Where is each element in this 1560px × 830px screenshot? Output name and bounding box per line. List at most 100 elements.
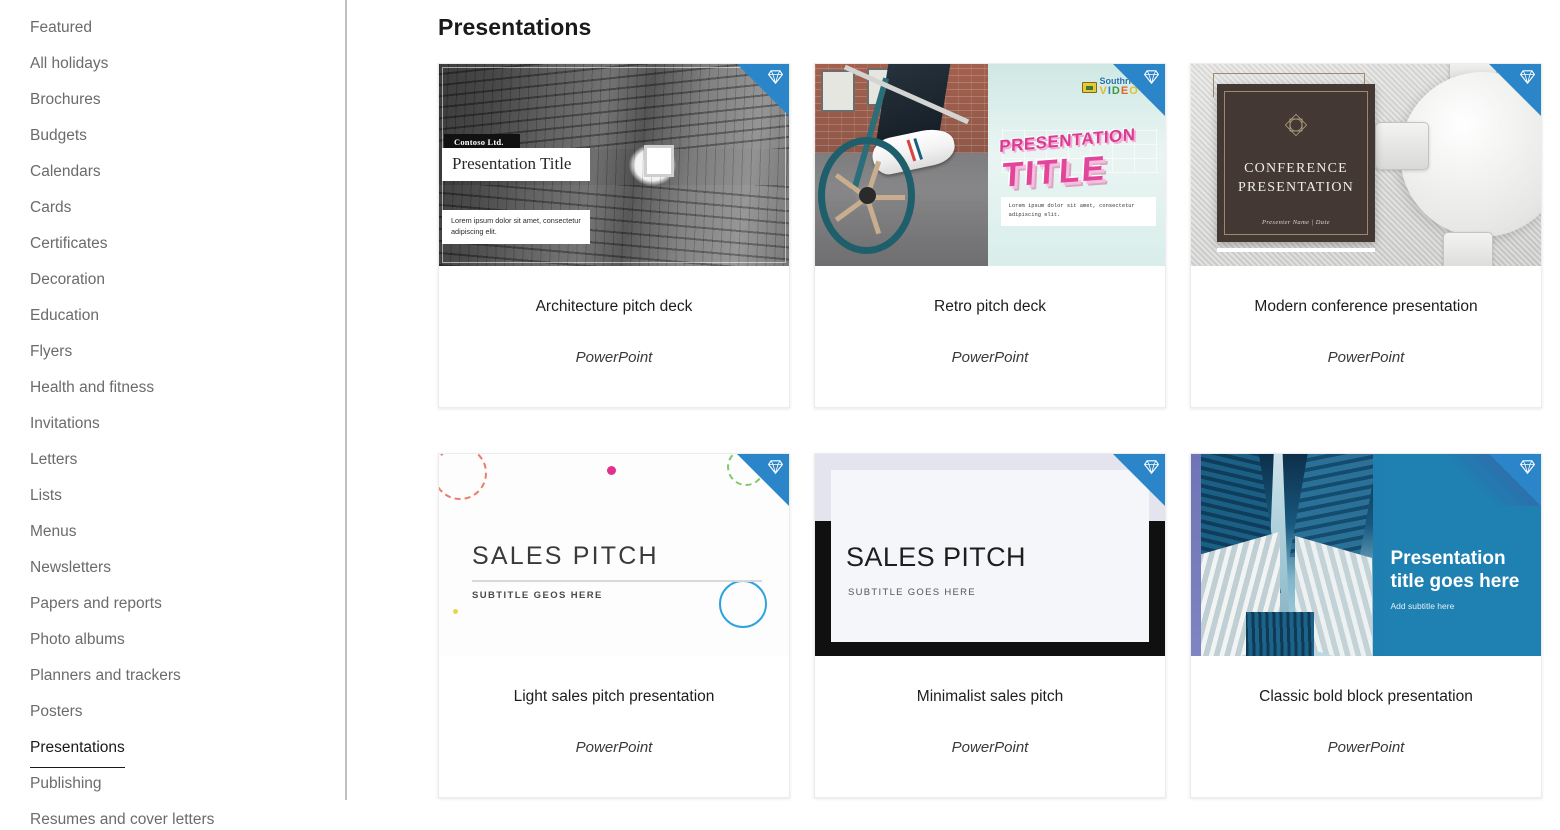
template-thumbnail: SALES PITCH SUBTITLE GEOS HERE xyxy=(439,454,789,656)
template-grid: Contoso Ltd. Presentation Title Lorem ip… xyxy=(438,63,1560,798)
card-app-label: PowerPoint xyxy=(951,738,1029,756)
sidebar-item-calendars[interactable]: Calendars xyxy=(0,154,347,190)
sidebar-item-newsletters[interactable]: Newsletters xyxy=(0,550,347,586)
sidebar-item-label: Presentations xyxy=(30,730,125,768)
sidebar-item-label: Invitations xyxy=(30,415,100,432)
card-caption: Modern conference presentation PowerPoin… xyxy=(1191,266,1541,407)
southridge-video-logo: Southridge VIDEO xyxy=(1081,77,1148,97)
conference-panel: CONFERENCE PRESENTATION Presenter Name |… xyxy=(1217,84,1375,242)
sidebar-item-label: All holidays xyxy=(30,55,109,72)
skyscraper-photo xyxy=(1201,454,1373,656)
sidebar-item-label: Cards xyxy=(30,199,72,216)
sidebar-item-label: Education xyxy=(30,307,99,324)
category-list: Featured All holidays Brochures Budgets … xyxy=(0,10,347,830)
thumb-headline: Presentation Title xyxy=(442,148,590,182)
sidebar-item-label: Newsletters xyxy=(30,559,111,576)
thumb-divider-rule xyxy=(472,580,762,582)
thumb-headline: SALES PITCH xyxy=(472,542,659,570)
card-app-label: PowerPoint xyxy=(575,738,653,756)
template-card-architecture-pitch-deck[interactable]: Contoso Ltd. Presentation Title Lorem ip… xyxy=(438,63,790,408)
sidebar-item-all-holidays[interactable]: All holidays xyxy=(0,46,347,82)
sidebar-item-label: Planners and trackers xyxy=(30,667,181,684)
thumb-headline-line1: Presentation xyxy=(1390,547,1506,569)
sidebar-item-decoration[interactable]: Decoration xyxy=(0,262,347,298)
card-caption: Light sales pitch presentation PowerPoin… xyxy=(439,656,789,797)
building-center-bottom xyxy=(1245,611,1315,656)
thumb-headline-line2: TITLE xyxy=(1001,149,1108,195)
retro-panel: Southridge VIDEO PRESENTATION TITLE Lore… xyxy=(988,64,1165,266)
panel-baseline xyxy=(1217,248,1375,252)
sidebar-item-menus[interactable]: Menus xyxy=(0,514,347,550)
logo-text: Southridge VIDEO xyxy=(1100,77,1148,97)
card-title: Architecture pitch deck xyxy=(535,298,693,315)
main-content: Presentations Contoso Ltd. Presentation … xyxy=(347,0,1560,830)
thumb-headline: SALES PITCH xyxy=(846,542,1026,572)
card-caption: Architecture pitch deck PowerPoint xyxy=(439,266,789,407)
sidebar-item-presentations[interactable]: Presentations xyxy=(0,730,347,768)
sidebar-item-lists[interactable]: Lists xyxy=(0,478,347,514)
page-title: Presentations xyxy=(438,14,592,40)
template-card-minimalist-sales-pitch[interactable]: SALES PITCH SUBTITLE GOES HERE Minimalis… xyxy=(814,453,1166,798)
thumb-subtitle: SUBTITLE GOES HERE xyxy=(848,587,976,598)
sidebar-item-education[interactable]: Education xyxy=(0,298,347,334)
chair-left xyxy=(1375,122,1429,170)
card-title: Light sales pitch presentation xyxy=(513,688,715,705)
sidebar-item-label: Letters xyxy=(30,451,78,468)
sidebar-item-health-and-fitness[interactable]: Health and fitness xyxy=(0,370,347,406)
template-gallery-page: Featured All holidays Brochures Budgets … xyxy=(0,0,1560,830)
card-caption: Minimalist sales pitch PowerPoint xyxy=(815,656,1165,797)
sidebar-item-label: Menus xyxy=(30,523,77,540)
left-edge-strip xyxy=(1191,454,1201,656)
window-left xyxy=(821,70,855,112)
sidebar-item-photo-albums[interactable]: Photo albums xyxy=(0,622,347,658)
card-app-label: PowerPoint xyxy=(1327,738,1405,756)
sidebar-item-flyers[interactable]: Flyers xyxy=(0,334,347,370)
thumb-headline-line1: CONFERENCE xyxy=(1244,161,1348,176)
card-app-label: PowerPoint xyxy=(951,348,1029,366)
sidebar-item-label: Certificates xyxy=(30,235,108,252)
thumb-headline-line2: title goes here xyxy=(1390,571,1520,593)
card-app-label: PowerPoint xyxy=(1327,348,1405,366)
card-app-label: PowerPoint xyxy=(575,348,653,366)
sidebar-item-planners-and-trackers[interactable]: Planners and trackers xyxy=(0,658,347,694)
template-thumbnail: SALES PITCH SUBTITLE GOES HERE xyxy=(815,454,1165,656)
sidebar-item-label: Calendars xyxy=(30,163,101,180)
wheel-hub xyxy=(858,187,876,205)
diamond-emblem-icon xyxy=(1284,113,1308,137)
template-thumbnail: Presentation title goes here Add subtitl… xyxy=(1191,454,1541,656)
sidebar-item-posters[interactable]: Posters xyxy=(0,694,347,730)
sidebar-item-publishing[interactable]: Publishing xyxy=(0,766,347,802)
thumb-headline-line2: PRESENTATION xyxy=(1238,179,1354,195)
sidebar-item-featured[interactable]: Featured xyxy=(0,10,347,46)
sidebar-item-label: Budgets xyxy=(30,127,87,144)
sidebar-item-papers-and-reports[interactable]: Papers and reports xyxy=(0,586,347,622)
sidebar-item-brochures[interactable]: Brochures xyxy=(0,82,347,118)
decorative-dashed-circle-red xyxy=(439,454,487,500)
template-thumbnail: Southridge VIDEO PRESENTATION TITLE Lore… xyxy=(815,64,1165,266)
card-title: Classic bold block presentation xyxy=(1259,688,1473,705)
template-card-retro-pitch-deck[interactable]: Southridge VIDEO PRESENTATION TITLE Lore… xyxy=(814,63,1166,408)
diamond-icon xyxy=(768,460,783,474)
thumb-byline: Presenter Name | Date xyxy=(1262,219,1330,226)
sidebar-item-label: Featured xyxy=(30,19,93,36)
sidebar-item-label: Decoration xyxy=(30,271,105,288)
card-title: Modern conference presentation xyxy=(1254,298,1478,315)
corner-gradient xyxy=(1449,454,1541,506)
sidebar-item-budgets[interactable]: Budgets xyxy=(0,118,347,154)
template-card-light-sales-pitch-presentation[interactable]: SALES PITCH SUBTITLE GEOS HERE Light sal… xyxy=(438,453,790,798)
template-card-modern-conference-presentation[interactable]: CONFERENCE PRESENTATION Presenter Name |… xyxy=(1190,63,1542,408)
sidebar-item-certificates[interactable]: Certificates xyxy=(0,226,347,262)
logo-mark-icon xyxy=(1081,81,1097,93)
bicycle-photo xyxy=(815,64,989,266)
card-title: Retro pitch deck xyxy=(934,298,1046,315)
sidebar-item-cards[interactable]: Cards xyxy=(0,190,347,226)
chair-bottom xyxy=(1443,232,1493,266)
card-caption: Classic bold block presentation PowerPoi… xyxy=(1191,656,1541,797)
sidebar-item-letters[interactable]: Letters xyxy=(0,442,347,478)
template-card-classic-bold-block-presentation[interactable]: Presentation title goes here Add subtitl… xyxy=(1190,453,1542,798)
sidebar-item-label: Lists xyxy=(30,487,62,504)
thumb-body-text: Lorem ipsum dolor sit amet, consectetur … xyxy=(1000,197,1157,226)
sidebar-item-resumes-and-cover-letters[interactable]: Resumes and cover letters xyxy=(0,802,347,830)
sidebar-item-invitations[interactable]: Invitations xyxy=(0,406,347,442)
logo-bottom-text: VIDEO xyxy=(1099,85,1139,97)
